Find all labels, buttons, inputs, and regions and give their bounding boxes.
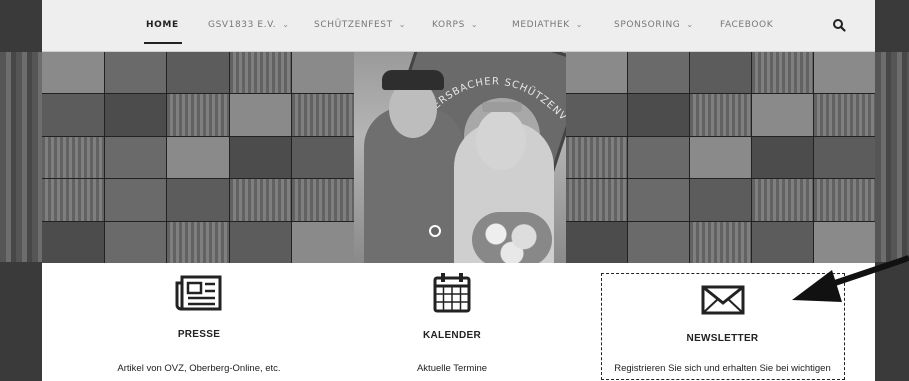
collage-tile (292, 221, 354, 263)
collage-tile (229, 221, 292, 263)
collage-tile (104, 179, 167, 221)
nav-item-label: KORPS (432, 20, 465, 30)
slider-dot[interactable] (429, 225, 441, 237)
newspaper-icon (175, 275, 222, 311)
feature-presse[interactable]: PRESSE Artikel von OVZ, Oberberg-Online,… (94, 263, 304, 374)
collage-tile (628, 94, 689, 136)
chevron-down-icon: ⌄ (398, 20, 407, 29)
nav-item-label: SPONSORING (614, 20, 681, 30)
collage-tile (42, 136, 104, 179)
collage-tile (814, 94, 875, 136)
collage-tile (814, 136, 875, 179)
feature-title: KALENDER (423, 330, 481, 341)
right-side-margin (875, 0, 909, 381)
royal-couple-photo: GIMMERSBACHER SCHÜTZENVER (354, 52, 566, 263)
envelope-icon (701, 285, 744, 315)
collage-tile (167, 94, 229, 136)
flower-bouquet (472, 212, 552, 263)
collage-tile (690, 221, 751, 263)
collage-tile (167, 179, 229, 221)
feature-description: Registrieren Sie sich und erhalten Sie b… (614, 363, 831, 374)
queen-crown (482, 102, 522, 112)
chevron-down-icon: ⌄ (575, 20, 584, 29)
collage-tile (752, 52, 813, 94)
active-nav-underline (144, 42, 182, 44)
collage-tile (752, 94, 813, 136)
nav-item-home[interactable]: HOME (146, 20, 179, 30)
feature-title: NEWSLETTER (686, 333, 759, 344)
collage-tile (628, 221, 689, 263)
collage-tile (566, 94, 627, 136)
collage-tile (229, 136, 292, 179)
nav-item-mediathek[interactable]: MEDIATHEK ⌄ (512, 20, 583, 30)
side-photo-strip (0, 52, 42, 262)
collage-tile (104, 221, 167, 263)
collage-tile (690, 94, 751, 136)
feature-description: Artikel von OVZ, Oberberg-Online, etc. (117, 363, 281, 374)
collage-tile (104, 94, 167, 136)
nav-item-label: MEDIATHEK (512, 20, 570, 30)
nav-item-label: FACEBOOK (720, 20, 774, 30)
page: HOME GSV1833 E.V. ⌄ SCHÜTZENFEST ⌄ KORPS ⌄ … (0, 0, 909, 381)
pointer-arrow-icon (792, 255, 909, 302)
collage-tile (292, 52, 354, 94)
nav-item-schuetzenfest[interactable]: SCHÜTZENFEST ⌄ (314, 20, 406, 30)
collage-tile (42, 52, 104, 94)
king-hat (382, 70, 444, 90)
calendar-icon (433, 273, 471, 313)
collage-tile (690, 136, 751, 179)
nav-item-korps[interactable]: KORPS ⌄ (432, 20, 478, 30)
photo-collage-left (42, 52, 354, 263)
nav-item-label: HOME (146, 20, 179, 30)
collage-tile (104, 52, 167, 94)
collage-tile (566, 136, 627, 179)
collage-tile (167, 136, 229, 179)
nav-item-sponsoring[interactable]: SPONSORING ⌄ (614, 20, 694, 30)
collage-tile (628, 52, 689, 94)
collage-tile (566, 52, 627, 94)
collage-tile (229, 179, 292, 221)
collage-tile (566, 179, 627, 221)
collage-tile (566, 221, 627, 263)
collage-tile (42, 221, 104, 263)
nav-item-gsv1833[interactable]: GSV1833 E.V. ⌄ (208, 20, 290, 30)
chevron-down-icon: ⌄ (282, 20, 290, 29)
collage-tile (292, 179, 354, 221)
feature-row: PRESSE Artikel von OVZ, Oberberg-Online,… (42, 263, 875, 381)
collage-tile (229, 94, 292, 136)
search-icon[interactable] (832, 18, 846, 32)
collage-tile (814, 52, 875, 94)
collage-tile (690, 52, 751, 94)
chevron-down-icon: ⌄ (470, 20, 479, 29)
collage-tile (752, 179, 813, 221)
collage-tile (104, 136, 167, 179)
collage-tile (628, 179, 689, 221)
collage-tile (752, 136, 813, 179)
collage-tile (628, 136, 689, 179)
collage-tile (42, 179, 104, 221)
collage-tile (167, 221, 229, 263)
collage-tile (167, 52, 229, 94)
side-photo-strip (875, 52, 909, 262)
photo-collage-right (566, 52, 875, 263)
collage-tile (229, 52, 292, 94)
hero-slider: GIMMERSBACHER SCHÜTZENVER (42, 52, 875, 263)
collage-tile (690, 179, 751, 221)
collage-tile (42, 94, 104, 136)
queen-head (476, 110, 526, 170)
feature-description: Aktuelle Termine (416, 363, 488, 374)
collage-tile (292, 94, 354, 136)
feature-title: PRESSE (177, 329, 221, 340)
nav-item-facebook[interactable]: FACEBOOK (720, 20, 773, 30)
left-side-margin (0, 0, 42, 381)
feature-kalender[interactable]: KALENDER Aktuelle Termine (362, 263, 542, 374)
chevron-down-icon: ⌄ (686, 20, 694, 29)
collage-tile (814, 179, 875, 221)
main-navigation: HOME GSV1833 E.V. ⌄ SCHÜTZENFEST ⌄ KORPS ⌄ … (42, 0, 875, 52)
collage-tile (292, 136, 354, 179)
nav-item-label: GSV1833 E.V. (208, 20, 277, 30)
nav-item-label: SCHÜTZENFEST (314, 20, 393, 30)
